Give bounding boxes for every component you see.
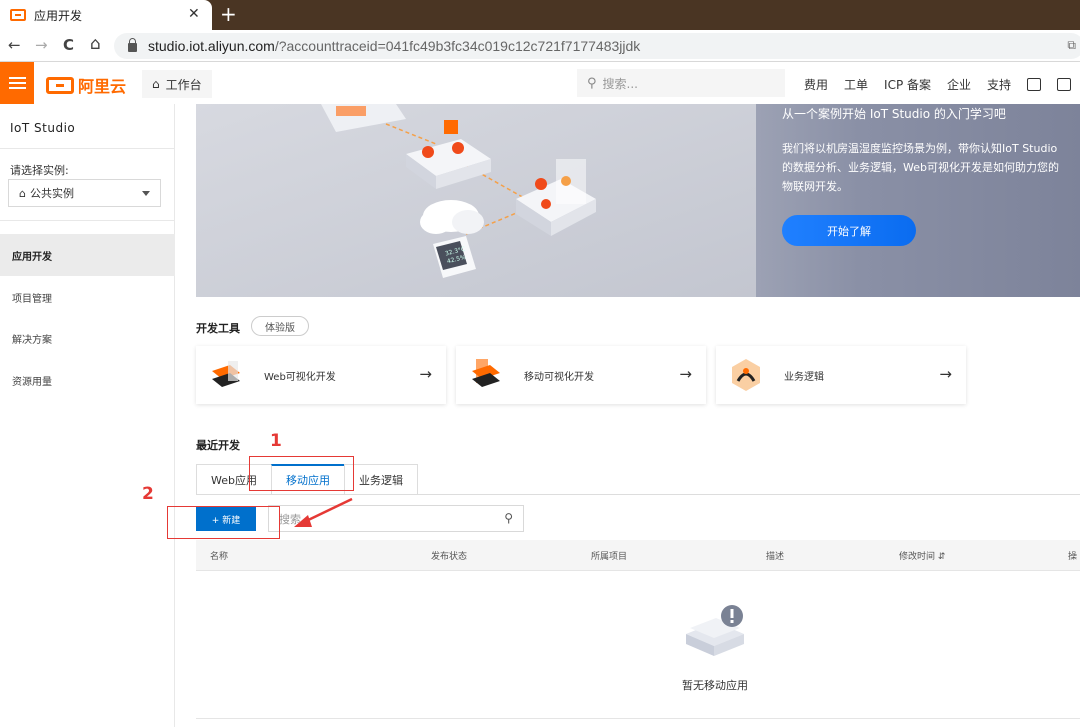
- annotation-box-2: [167, 506, 280, 539]
- card-label: 业务逻辑: [784, 371, 824, 383]
- aliyun-logo-icon: [46, 76, 74, 94]
- business-logic-icon: [732, 359, 760, 391]
- banner-desc-1: 我们将以机房温湿度监控场景为例，带你认知IoT Studio: [782, 142, 1058, 155]
- sidebar-item-label: 项目管理: [12, 293, 52, 305]
- browser-address-bar: ← → C ⌂ studio.iot.aliyun.com /?accountt…: [0, 30, 1080, 62]
- home-icon: ⌂: [152, 77, 160, 91]
- annotation-number-2: 2: [142, 484, 154, 504]
- url-input[interactable]: studio.iot.aliyun.com /?accounttraceid=0…: [114, 33, 1080, 59]
- forward-icon[interactable]: →: [35, 36, 48, 54]
- main-content: 32.3°C 42.5% 从一个案例开始 IoT Studio 的入门学习吧 我…: [175, 104, 1080, 727]
- search-icon[interactable]: ⚲: [504, 511, 513, 525]
- aliyun-logo-text: 阿里云: [78, 77, 127, 96]
- trial-badge[interactable]: 体验版: [251, 316, 309, 336]
- new-tab-icon[interactable]: +: [220, 3, 237, 25]
- banner-heading: 从一个案例开始 IoT Studio 的入门学习吧: [782, 107, 1006, 121]
- table-header: 名称 发布状态 所属项目 描述 修改时间 ⇵ 操: [196, 540, 1080, 571]
- aliyun-logo[interactable]: 阿里云: [46, 73, 126, 97]
- mobile-dev-icon: [472, 359, 500, 387]
- back-icon[interactable]: ←: [8, 36, 21, 54]
- sidebar-title: IoT Studio: [10, 121, 76, 135]
- header-search-placeholder: 搜索...: [602, 76, 638, 91]
- header-link-support[interactable]: 支持: [987, 76, 1011, 93]
- menu-icon[interactable]: [0, 62, 34, 104]
- web-visual-dev-card[interactable]: Web可视化开发 →: [196, 346, 446, 404]
- annotation-number-1: 1: [270, 431, 282, 451]
- browser-tab[interactable]: 应用开发 ✕: [0, 0, 212, 30]
- browser-tab-title: 应用开发: [34, 8, 83, 23]
- header-link-enterprise[interactable]: 企业: [947, 76, 971, 93]
- workbench-label: 工作台: [165, 77, 202, 92]
- url-path: /?accounttraceid=041fc49b3fc34c019c12c72…: [274, 38, 641, 54]
- intro-banner: 32.3°C 42.5% 从一个案例开始 IoT Studio 的入门学习吧 我…: [196, 104, 1080, 297]
- header-link-ticket[interactable]: 工单: [844, 76, 868, 93]
- column-modified-time-label: 修改时间: [899, 552, 936, 562]
- instance-select[interactable]: ⌂ 公共实例: [8, 179, 161, 207]
- arrow-right-icon: →: [419, 365, 432, 383]
- tab-business-logic[interactable]: 业务逻辑: [343, 464, 418, 494]
- dev-tools-title: 开发工具: [196, 322, 240, 335]
- search-icon: ⚲: [587, 75, 597, 91]
- workbench-button[interactable]: ⌂ 工作台: [142, 70, 212, 98]
- sidebar-item-label: 应用开发: [12, 251, 52, 263]
- annotation-box-1: [249, 456, 354, 491]
- arrow-right-icon: →: [679, 365, 692, 383]
- sidebar-divider: [0, 220, 175, 221]
- column-description: 描述: [766, 552, 785, 562]
- close-tab-icon[interactable]: ✕: [188, 6, 200, 22]
- reload-icon[interactable]: C: [63, 36, 74, 54]
- annotation-arrow: [294, 497, 353, 527]
- sort-icon[interactable]: ⇵: [938, 552, 946, 562]
- header-search-input[interactable]: ⚲ 搜索...: [577, 69, 785, 97]
- sidebar-item-label: 资源用量: [12, 376, 52, 388]
- instance-select-value: 公共实例: [29, 187, 74, 200]
- instance-label: 请选择实例:: [10, 164, 69, 177]
- header-link-billing[interactable]: 费用: [804, 76, 828, 93]
- chevron-down-icon: [142, 191, 150, 196]
- column-modified-time[interactable]: 修改时间 ⇵: [899, 549, 945, 562]
- isometric-illustration: [196, 104, 756, 297]
- sidebar-item-projects[interactable]: 项目管理: [0, 276, 175, 318]
- start-learning-button[interactable]: 开始了解: [782, 215, 916, 246]
- column-name: 名称: [210, 552, 229, 562]
- card-label: Web可视化开发: [264, 371, 336, 383]
- sidebar: IoT Studio 请选择实例: ⌂ 公共实例 应用开发 项目管理 解决方案 …: [0, 104, 175, 727]
- empty-state-text: 暂无移动应用: [682, 679, 748, 692]
- building-icon: ⌂: [19, 186, 26, 200]
- empty-state-illustration: [686, 605, 744, 656]
- browser-tab-bar: 应用开发 ✕ +: [0, 0, 1080, 30]
- column-project: 所属项目: [591, 552, 628, 562]
- sidebar-item-resources[interactable]: 资源用量: [0, 359, 175, 401]
- sidebar-item-app-dev[interactable]: 应用开发: [0, 234, 175, 276]
- column-publish-status: 发布状态: [431, 552, 468, 562]
- console-header: 阿里云 ⌂ 工作台 ⚲ 搜索... 费用 工单 ICP 备案 企业 支持: [0, 62, 1080, 104]
- header-links: 费用 工单 ICP 备案 企业 支持: [804, 76, 1072, 93]
- aliyun-favicon-icon: [10, 9, 26, 21]
- sidebar-item-label: 解决方案: [12, 334, 52, 346]
- sidebar-item-solutions[interactable]: 解决方案: [0, 317, 175, 359]
- table-bottom-divider: [196, 718, 1080, 719]
- home-icon[interactable]: ⌂: [90, 34, 101, 54]
- column-actions: 操: [1068, 552, 1078, 562]
- card-label: 移动可视化开发: [524, 371, 594, 383]
- terminal-icon[interactable]: [1057, 78, 1072, 91]
- recent-dev-title: 最近开发: [196, 439, 240, 452]
- lock-icon: [128, 38, 137, 52]
- extension-icon[interactable]: ⧉: [1067, 38, 1076, 53]
- sidebar-divider: [0, 148, 175, 149]
- mobile-visual-dev-card[interactable]: 移动可视化开发 →: [456, 346, 706, 404]
- banner-desc-3: 物联网开发。: [782, 180, 848, 193]
- api-icon[interactable]: [1027, 78, 1042, 91]
- url-host: studio.iot.aliyun.com: [148, 38, 275, 54]
- arrow-right-icon: →: [939, 365, 952, 383]
- banner-desc-2: 的数据分析、业务逻辑，Web可视化开发是如何助力您的: [782, 161, 1059, 174]
- business-logic-card[interactable]: 业务逻辑 →: [716, 346, 966, 404]
- header-link-icp[interactable]: ICP 备案: [884, 76, 931, 93]
- web-dev-icon: [212, 361, 240, 387]
